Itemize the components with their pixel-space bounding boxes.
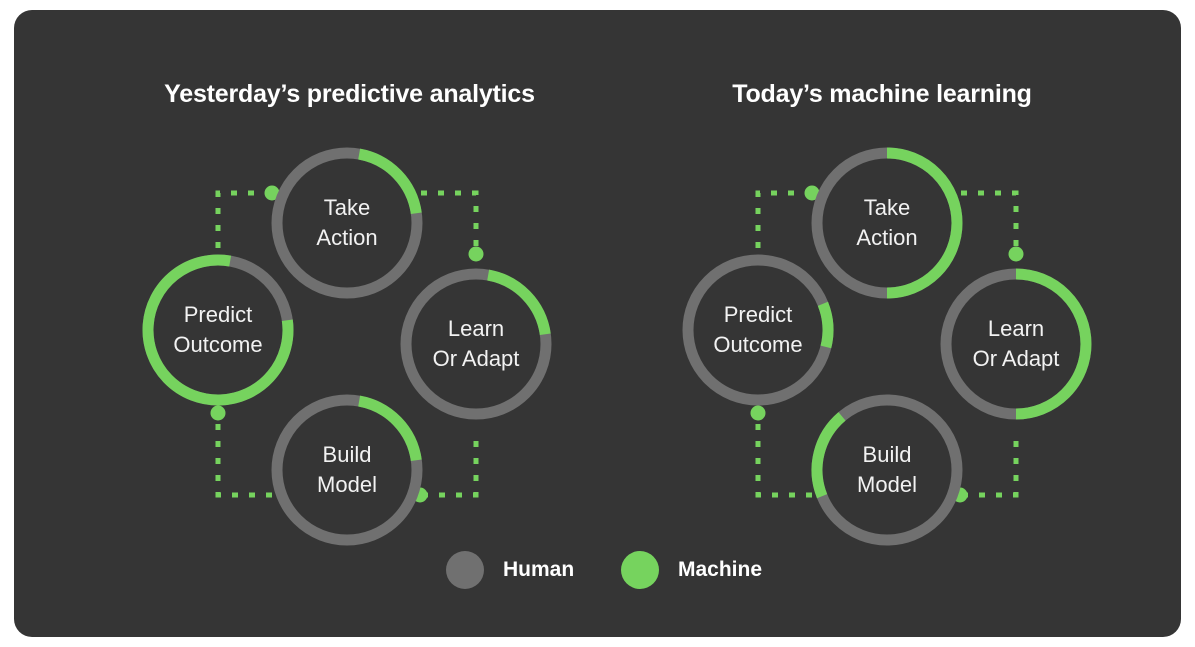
connector-endpoint-dot — [750, 405, 766, 421]
machine-ring-segment — [1015, 268, 1092, 420]
connector-predict-to-take — [215, 185, 280, 248]
machine-ring-segment — [358, 148, 422, 215]
cycle-node-take-action[interactable] — [271, 147, 423, 299]
human-ring-segment — [682, 254, 834, 406]
connector-line — [215, 420, 272, 498]
connector-take-to-learn — [961, 190, 1024, 262]
panel-title-yesterday: Yesterday’s predictive analytics — [164, 80, 535, 108]
cycle-node-build-model[interactable] — [271, 394, 423, 546]
machine-ring-segment — [886, 147, 963, 299]
legend-item-human: Human — [446, 551, 574, 589]
connector-endpoint-dot — [1008, 246, 1024, 262]
cycle-node-predict-outcome[interactable] — [142, 254, 294, 406]
cycle-diagram-today: Take Action Learn Or Adapt Build Model Predict… — [664, 130, 1104, 550]
machine-ring-segment — [817, 301, 834, 349]
connector-line — [755, 420, 812, 498]
screenshot-root: Yesterday’s predictive analytics Today’s… — [0, 0, 1195, 647]
connector-take-to-learn — [421, 190, 484, 262]
connector-line — [755, 190, 805, 248]
connector-line — [427, 441, 479, 498]
cycle-node-learn-or-adapt[interactable] — [940, 268, 1092, 420]
connector-predict-to-take — [755, 185, 820, 248]
cycle-node-build-model[interactable] — [811, 394, 963, 546]
diagram-panel: Yesterday’s predictive analytics Today’s… — [14, 10, 1181, 637]
legend-label-machine: Machine — [678, 558, 763, 581]
connector-line — [421, 190, 479, 247]
legend-label-human: Human — [503, 558, 575, 581]
connector-endpoint-dot — [210, 405, 226, 421]
cycle-svg-yesterday — [142, 147, 552, 546]
legend-item-machine: Machine — [621, 551, 762, 589]
machine-ring-segment — [487, 269, 551, 336]
machine-ring-segment — [358, 395, 422, 462]
panel-title-today: Today’s machine learning — [732, 80, 1032, 108]
connector-line — [967, 441, 1019, 498]
machine-ring-segment — [811, 412, 846, 499]
human-swatch-icon — [446, 551, 484, 589]
cycle-diagram-yesterday: Take Action Learn Or Adapt Build Model Predict… — [124, 130, 564, 550]
connector-line — [215, 190, 265, 248]
machine-swatch-icon — [621, 551, 659, 589]
connector-line — [961, 190, 1019, 247]
cycle-node-learn-or-adapt[interactable] — [400, 268, 552, 420]
connector-build-to-predict — [210, 405, 272, 498]
connector-endpoint-dot — [468, 246, 484, 262]
legend: Human Machine — [446, 543, 786, 599]
cycle-svg-today — [682, 147, 1092, 546]
connector-build-to-predict — [750, 405, 812, 498]
cycle-node-take-action[interactable] — [811, 147, 963, 299]
cycle-node-predict-outcome[interactable] — [682, 254, 834, 406]
